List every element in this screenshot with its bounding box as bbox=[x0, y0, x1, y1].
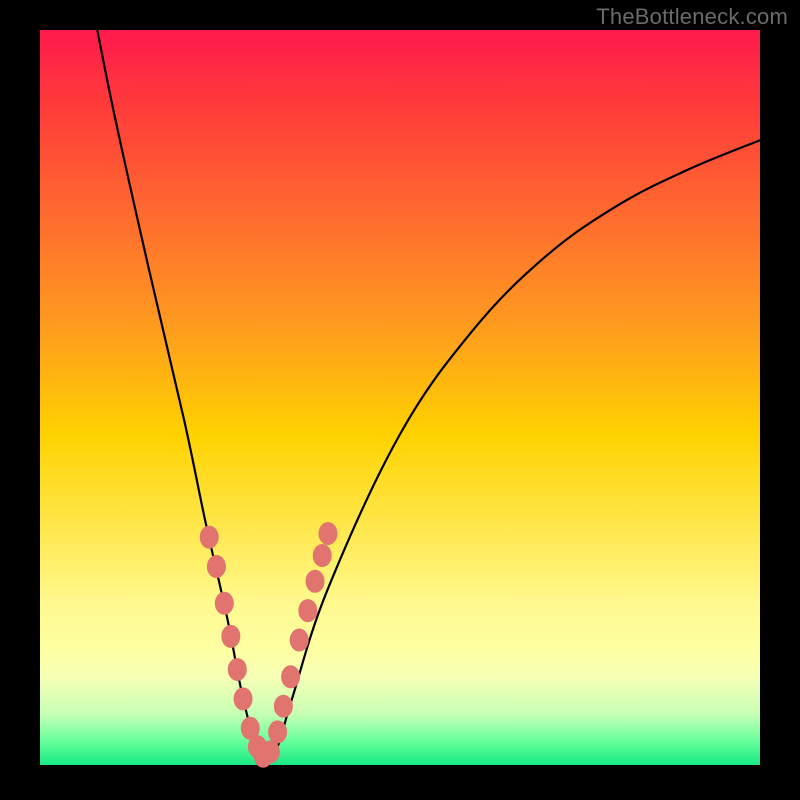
marker-bead bbox=[269, 721, 287, 743]
chart-frame: TheBottleneck.com bbox=[0, 0, 800, 800]
marker-bead bbox=[222, 625, 240, 647]
marker-bead bbox=[207, 556, 225, 578]
watermark-text: TheBottleneck.com bbox=[596, 4, 788, 30]
marker-bead bbox=[234, 688, 252, 710]
chart-svg bbox=[40, 30, 760, 765]
marker-bead bbox=[319, 522, 337, 544]
marker-bead bbox=[313, 545, 331, 567]
marker-bead bbox=[215, 592, 233, 614]
marker-bead bbox=[306, 570, 324, 592]
marker-bead bbox=[274, 695, 292, 717]
marker-bead bbox=[282, 666, 300, 688]
marker-bead bbox=[290, 629, 308, 651]
marker-bead bbox=[200, 526, 218, 548]
marker-bead bbox=[299, 600, 317, 622]
marker-group bbox=[200, 522, 337, 767]
plot-area bbox=[40, 30, 760, 765]
marker-bead bbox=[261, 741, 279, 763]
marker-bead bbox=[228, 658, 246, 680]
bottleneck-curve bbox=[83, 0, 760, 758]
